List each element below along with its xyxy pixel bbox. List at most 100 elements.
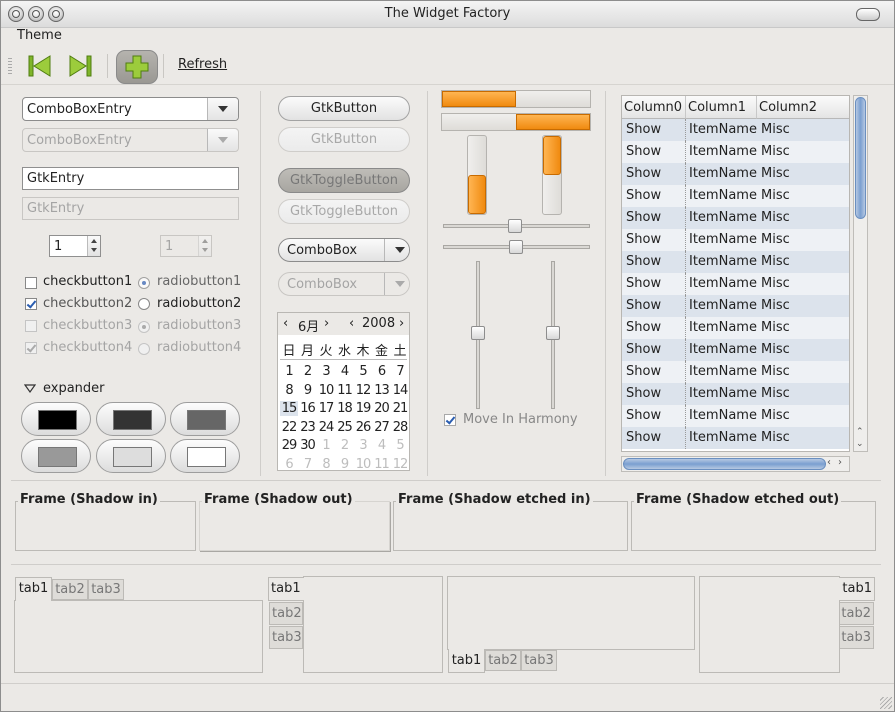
scroll-right-icon[interactable]: › [838,457,842,468]
calendar-day[interactable]: 10 [354,457,372,472]
scroll-down-icon[interactable]: ⌄ [856,439,864,449]
color-button[interactable] [170,439,240,473]
calendar-day[interactable]: 2 [336,438,354,453]
calendar-day[interactable]: 4 [336,364,354,379]
calendar-day[interactable]: 9 [299,383,317,398]
calendar-day[interactable]: 2 [299,364,317,379]
toolbar-toggle-icon[interactable] [856,8,880,21]
table-row[interactable]: Show ItemName Misc [622,251,849,273]
next-month-icon[interactable]: › [324,316,329,331]
calendar-day[interactable]: 1 [317,438,335,453]
gtk-toggle-button[interactable]: GtkToggleButton [278,168,410,193]
calendar-day[interactable]: 18 [336,401,354,416]
column-header[interactable]: Column2 [757,96,849,119]
menu-theme[interactable]: Theme [17,28,62,43]
scrollbar-thumb[interactable] [623,458,826,470]
scroll-left-icon[interactable]: ‹ [827,457,831,468]
add-button[interactable] [116,50,158,84]
scroll-up-icon[interactable]: ⌃ [856,427,864,437]
column-header[interactable]: Column1 [686,96,757,119]
calendar-day[interactable]: 28 [391,420,409,435]
calendar-day[interactable]: 26 [354,420,372,435]
scale-slider-handle[interactable] [509,240,523,254]
table-row[interactable]: Show ItemName Misc [622,273,849,295]
radiobutton2-label[interactable]: radiobutton2 [157,296,241,311]
calendar-day[interactable]: 5 [354,364,372,379]
calendar-day[interactable]: 14 [391,383,409,398]
calendar-day[interactable]: 11 [373,457,391,472]
radiobutton1-label[interactable]: radiobutton1 [157,274,241,289]
table-row[interactable]: Show ItemName Misc [622,361,849,383]
table-row[interactable]: Show ItemName Misc [622,163,849,185]
table-row[interactable]: Show ItemName Misc [622,317,849,339]
table-row[interactable]: Show ItemName Misc [622,207,849,229]
gtk-entry[interactable]: GtkEntry [22,167,239,190]
calendar-day[interactable]: 4 [373,438,391,453]
go-first-button[interactable] [23,51,57,81]
calendar[interactable]: ‹ 6月 › ‹ 2008 › 日月火水木金土 1 2 3 4 5 6 7 8 9 10 11 12 13… [277,312,410,472]
calendar-day[interactable]: 6 [373,364,391,379]
refresh-button[interactable]: Refresh [178,57,227,72]
resize-grip-icon[interactable] [880,697,892,709]
spin-arrows-icon[interactable] [87,236,100,256]
spin-button[interactable]: 1 [49,235,101,257]
tab-tab3[interactable]: tab3 [88,579,124,600]
calendar-day[interactable]: 20 [373,401,391,416]
combobox[interactable]: ComboBox [278,238,410,262]
scale-slider-handle[interactable] [471,326,485,340]
calendar-day[interactable]: 5 [391,438,409,453]
checkbutton1-box[interactable] [25,277,37,289]
scale-slider-handle[interactable] [546,326,560,340]
tab-tab3[interactable]: tab3 [839,626,874,649]
calendar-day[interactable]: 24 [317,420,335,435]
tab-tab1[interactable]: tab1 [268,577,304,601]
table-row[interactable]: Show ItemName Misc [622,383,849,405]
calendar-day[interactable]: 12 [391,457,409,472]
color-button[interactable] [96,402,166,436]
calendar-day[interactable]: 3 [317,364,335,379]
tab-tab1[interactable]: tab1 [15,577,52,601]
chevron-down-icon[interactable] [384,239,409,261]
calendar-day[interactable]: 3 [354,438,372,453]
tab-tab2[interactable]: tab2 [269,602,303,625]
gtk-button[interactable]: GtkButton [278,96,410,121]
tab-tab2[interactable]: tab2 [839,602,874,625]
prev-month-icon[interactable]: ‹ [283,316,288,331]
horizontal-scrollbar[interactable]: ‹ › [621,456,850,472]
calendar-day[interactable]: 6 [280,457,298,472]
column-header[interactable]: Column0 [622,96,686,119]
radiobutton2-circle[interactable] [138,298,150,310]
go-last-button[interactable] [63,51,97,81]
tab-tab3[interactable]: tab3 [269,626,303,649]
checkbutton1-label[interactable]: checkbutton1 [43,274,132,289]
prev-year-icon[interactable]: ‹ [349,316,354,331]
move-in-harmony-checkbox[interactable] [444,414,456,426]
next-year-icon[interactable]: › [399,316,404,331]
calendar-day[interactable]: 8 [280,383,298,398]
calendar-day[interactable]: 7 [299,457,317,472]
table-row[interactable]: Show ItemName Misc [622,405,849,427]
table-row[interactable]: Show ItemName Misc [622,229,849,251]
calendar-day[interactable]: 21 [391,401,409,416]
calendar-day[interactable]: 9 [336,457,354,472]
move-in-harmony-label[interactable]: Move In Harmony [463,412,578,427]
tab-tab1[interactable]: tab1 [448,649,485,673]
tab-tab3[interactable]: tab3 [521,650,557,671]
calendar-day[interactable]: 1 [280,364,298,379]
calendar-day[interactable]: 27 [373,420,391,435]
table-row[interactable]: Show ItemName Misc [622,185,849,207]
calendar-day[interactable]: 16 [299,401,317,416]
checkbutton2-box[interactable] [25,298,37,310]
calendar-day[interactable]: 30 [299,438,317,453]
calendar-day[interactable]: 10 [317,383,335,398]
table-row[interactable]: Show ItemName Misc [622,339,849,361]
calendar-day[interactable]: 8 [317,457,335,472]
color-button[interactable] [96,439,166,473]
color-button[interactable] [21,439,91,473]
calendar-day[interactable]: 11 [336,383,354,398]
scale-slider-handle[interactable] [508,219,522,233]
chevron-down-icon[interactable] [207,98,238,120]
calendar-day[interactable]: 22 [280,420,298,435]
combobox-entry[interactable]: ComboBoxEntry [22,97,239,121]
tab-tab1[interactable]: tab1 [839,577,875,601]
